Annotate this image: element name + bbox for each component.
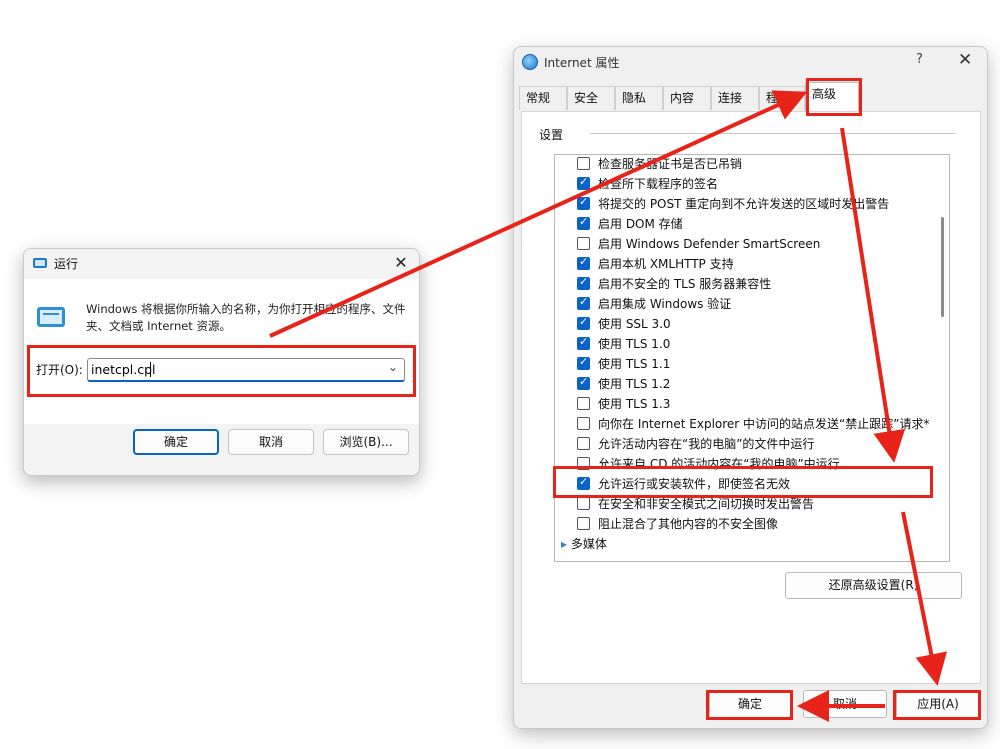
setting-label: 启用集成 Windows 验证 bbox=[598, 297, 732, 311]
run-app-icon bbox=[33, 258, 47, 268]
tab-privacy[interactable]: 隐私 bbox=[615, 86, 663, 110]
setting-label: 检查所下载程序的签名 bbox=[598, 177, 719, 191]
setting-label: 允许运行或安装软件，即使签名无效 bbox=[598, 477, 791, 491]
group-multimedia[interactable]: ▸ 多媒体 bbox=[561, 535, 607, 552]
checkbox[interactable] bbox=[577, 457, 590, 470]
checkbox-checked[interactable] bbox=[577, 355, 590, 370]
checkbox[interactable] bbox=[577, 517, 590, 530]
setting-label: 使用 TLS 1.3 bbox=[598, 397, 671, 411]
checkbox-checked[interactable] bbox=[577, 335, 590, 350]
checkbox[interactable] bbox=[577, 157, 590, 170]
tab-advanced[interactable]: 高级 bbox=[805, 82, 859, 111]
run-browse-button[interactable]: 浏览(B)... bbox=[323, 429, 409, 455]
reset-advanced-button[interactable]: 还原高级设置(R) bbox=[785, 572, 962, 599]
checkbox-checked[interactable] bbox=[577, 195, 590, 210]
checkbox[interactable] bbox=[577, 497, 590, 510]
tab-content[interactable]: 内容 bbox=[663, 86, 711, 110]
checkbox[interactable] bbox=[577, 397, 590, 410]
divider bbox=[590, 133, 956, 134]
run-dialog: 运行 ✕ Windows 将根据你所输入的名称，为你打开相应的程序、文件夹、文档… bbox=[23, 248, 420, 476]
checkbox[interactable] bbox=[577, 437, 590, 450]
checkbox-checked[interactable] bbox=[577, 175, 590, 190]
scrollbar-thumb[interactable] bbox=[941, 217, 944, 317]
ok-button[interactable]: 确定 bbox=[709, 690, 791, 718]
setting-label: 将提交的 POST 重定向到不允许发送的区域时发出警告 bbox=[598, 197, 890, 211]
checkbox-checked[interactable] bbox=[577, 375, 590, 390]
run-description: Windows 将根据你所输入的名称，为你打开相应的程序、文件夹、文档或 Int… bbox=[86, 302, 406, 333]
checkbox-checked[interactable] bbox=[577, 295, 590, 310]
dialog-title: Internet 属性 bbox=[544, 56, 620, 70]
help-icon[interactable]: ? bbox=[916, 52, 923, 67]
setting-label: 启用本机 XMLHTTP 支持 bbox=[598, 257, 734, 271]
settings-label: 设置 bbox=[539, 128, 564, 142]
run-program-icon bbox=[37, 307, 65, 327]
expand-icon[interactable]: ▸ bbox=[561, 537, 567, 551]
setting-label: 阻止混合了其他内容的不安全图像 bbox=[598, 517, 779, 531]
checkbox-checked[interactable] bbox=[577, 475, 590, 490]
checkbox-checked[interactable] bbox=[577, 315, 590, 330]
setting-label: 启用 DOM 存储 bbox=[598, 217, 683, 231]
run-titlebar: 运行 ✕ bbox=[24, 249, 419, 279]
checkbox-checked[interactable] bbox=[577, 255, 590, 270]
advanced-page: 设置 检查服务器证书是否已吊销 检查所下载程序的签名 将提交的 POST 重定向… bbox=[521, 111, 981, 684]
setting-label: 启用不安全的 TLS 服务器兼容性 bbox=[598, 277, 772, 291]
highlight-command-row bbox=[27, 345, 416, 397]
group-label: 多媒体 bbox=[570, 537, 607, 551]
setting-label: 检查服务器证书是否已吊销 bbox=[598, 157, 743, 171]
close-icon[interactable]: ✕ bbox=[391, 253, 411, 272]
tab-security[interactable]: 安全 bbox=[567, 86, 615, 110]
checkbox-checked[interactable] bbox=[577, 275, 590, 290]
setting-label: 使用 TLS 1.2 bbox=[598, 377, 671, 391]
setting-label: 向你在 Internet Explorer 中访问的站点发送“禁止跟踪”请求* bbox=[598, 417, 930, 431]
close-icon[interactable]: ✕ bbox=[958, 50, 972, 70]
setting-label: 在安全和非安全模式之间切换时发出警告 bbox=[598, 497, 815, 511]
apply-button[interactable]: 应用(A) bbox=[896, 690, 980, 718]
checkbox[interactable] bbox=[577, 417, 590, 430]
setting-label: 使用 TLS 1.0 bbox=[598, 337, 671, 351]
setting-label: 允许来自 CD 的活动内容在“我的电脑”中运行 bbox=[598, 457, 840, 471]
run-ok-button[interactable]: 确定 bbox=[133, 429, 219, 455]
setting-label: 使用 SSL 3.0 bbox=[598, 317, 671, 331]
setting-label: 允许活动内容在“我的电脑”的文件中运行 bbox=[598, 437, 815, 451]
setting-label: 启用 Windows Defender SmartScreen bbox=[598, 237, 821, 251]
cancel-button[interactable]: 取消 bbox=[803, 690, 887, 718]
globe-icon bbox=[522, 54, 538, 70]
checkbox[interactable] bbox=[577, 237, 590, 250]
run-cancel-button[interactable]: 取消 bbox=[228, 429, 314, 455]
setting-label: 使用 TLS 1.1 bbox=[598, 357, 671, 371]
checkbox-checked[interactable] bbox=[577, 215, 590, 230]
settings-list[interactable]: 检查服务器证书是否已吊销 检查所下载程序的签名 将提交的 POST 重定向到不允… bbox=[554, 154, 950, 562]
run-title: 运行 bbox=[54, 257, 79, 271]
tab-connections[interactable]: 连接 bbox=[711, 86, 759, 110]
tab-general[interactable]: 常规 bbox=[519, 86, 567, 110]
tab-programs[interactable]: 程序 bbox=[759, 86, 805, 110]
internet-properties-dialog: Internet 属性 ? ✕ 常规 安全 隐私 内容 连接 程序 高级 设置 … bbox=[513, 46, 988, 729]
